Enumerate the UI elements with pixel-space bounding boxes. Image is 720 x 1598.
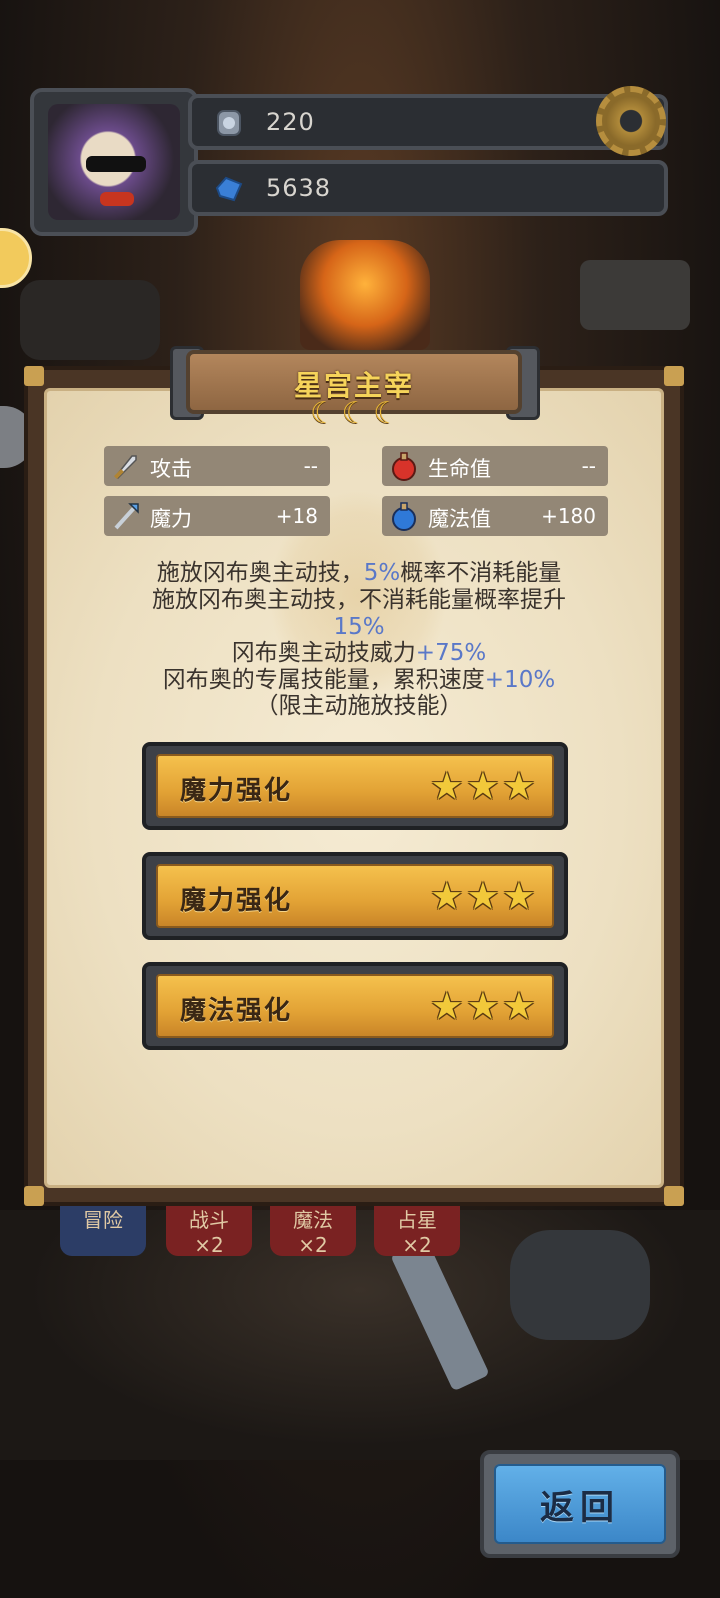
tab-adventure-label: 冒险 — [83, 1208, 123, 1232]
desc-text: （限主动施放技能） — [255, 693, 463, 719]
blue-crystal-icon — [215, 176, 243, 202]
crystal-resource-bar: 5638 — [188, 160, 668, 216]
upgrade-label: 魔力强化 — [180, 886, 293, 916]
stat-magic-power-label: 魔力 — [150, 507, 192, 531]
frame-corner — [24, 366, 44, 386]
moon-icon: ☾ — [341, 396, 369, 431]
desc-line-4: 冈布奥的专属技能量，累积速度+10% — [54, 667, 664, 694]
star-icon: ★ — [501, 984, 536, 1028]
desc-highlight: 15% — [333, 614, 385, 640]
tab-battle-mult: ×2 — [194, 1233, 224, 1257]
upgrade-stars: ★ ★ ★ — [430, 762, 536, 810]
stat-hp-value: -- — [581, 454, 596, 478]
tab-astrology-label: 占星 — [397, 1208, 437, 1232]
stat-magic-power-value: +18 — [275, 504, 318, 528]
upgrade-button-face: 魔力强化 ★ ★ ★ — [156, 754, 554, 818]
moon-rank: ☾ ☾ ☾ — [310, 396, 400, 432]
tab-astrology-mult: ×2 — [402, 1233, 432, 1257]
desc-line-2b: 15% — [54, 614, 664, 641]
desc-text: 概率不消耗能量 — [400, 560, 562, 586]
back-button[interactable]: 返回 — [480, 1450, 680, 1558]
bowtie-icon — [100, 192, 134, 206]
desc-line-3: 冈布奥主动技威力+75% — [54, 640, 664, 667]
magic-staff-icon — [114, 503, 139, 530]
stat-mp-label: 魔法值 — [428, 507, 491, 531]
desc-text: 施放冈布奥主动技，不消耗能量概率提升 — [152, 587, 566, 613]
stat-mp-value: +180 — [541, 504, 596, 528]
moon-icon: ☾ — [373, 396, 400, 431]
avatar-portrait — [48, 104, 180, 220]
desc-highlight: 5% — [363, 560, 401, 586]
star-icon: ★ — [465, 984, 500, 1028]
frame-corner — [24, 1186, 44, 1206]
anvil — [580, 260, 690, 330]
stat-mp: 魔法值 +180 — [382, 496, 608, 536]
star-icon: ★ — [429, 984, 464, 1028]
desc-line-5: （限主动施放技能） — [54, 693, 664, 720]
blue-potion-icon — [392, 502, 416, 531]
forge-fire — [300, 240, 430, 350]
gem-icon — [217, 110, 241, 136]
red-potion-icon — [392, 452, 416, 481]
upgrade-stars: ★ ★ ★ — [430, 982, 536, 1030]
star-icon: ★ — [501, 874, 536, 918]
tab-magic-label: 魔法 — [293, 1208, 333, 1232]
frame-corner — [664, 1186, 684, 1206]
desc-text: 冈布奥的专属技能量，累积速度 — [162, 667, 485, 693]
stat-hp: 生命值 -- — [382, 446, 608, 486]
upgrade-button-2[interactable]: 魔力强化 ★ ★ ★ — [142, 852, 568, 940]
desc-line-2: 施放冈布奥主动技，不消耗能量概率提升 — [54, 587, 664, 614]
upgrade-label: 魔法强化 — [180, 996, 293, 1026]
settings-gear-icon[interactable] — [596, 86, 666, 156]
desc-highlight: +75% — [415, 640, 487, 666]
gem-count: 220 — [266, 108, 315, 136]
upgrade-label: 魔力强化 — [180, 776, 293, 806]
upgrade-button-3[interactable]: 魔法强化 ★ ★ ★ — [142, 962, 568, 1050]
moon-icon: ☾ — [310, 396, 337, 431]
desc-text: 施放冈布奥主动技， — [156, 560, 364, 586]
sunglasses-icon — [86, 156, 146, 172]
coal-pile — [20, 280, 160, 360]
back-button-label: 返回 — [540, 1488, 620, 1528]
star-icon: ★ — [429, 764, 464, 808]
sword-icon — [114, 455, 137, 480]
tab-magic-mult: ×2 — [298, 1233, 328, 1257]
upgrade-button-face: 魔法强化 ★ ★ ★ — [156, 974, 554, 1038]
background-helmet — [510, 1230, 650, 1340]
star-icon: ★ — [465, 764, 500, 808]
back-button-face: 返回 — [494, 1464, 666, 1544]
upgrade-button-face: 魔力强化 ★ ★ ★ — [156, 864, 554, 928]
desc-line-1: 施放冈布奥主动技，5%概率不消耗能量 — [54, 560, 664, 587]
star-icon: ★ — [429, 874, 464, 918]
stat-attack-label: 攻击 — [150, 457, 192, 481]
star-icon: ★ — [501, 764, 536, 808]
stat-magic-power: 魔力 +18 — [104, 496, 330, 536]
tab-battle-label: 战斗 — [189, 1208, 229, 1232]
upgrade-stars: ★ ★ ★ — [430, 872, 536, 920]
desc-text: 冈布奥主动技威力 — [231, 640, 416, 666]
crystal-count: 5638 — [266, 174, 332, 202]
stat-attack: 攻击 -- — [104, 446, 330, 486]
stat-hp-label: 生命值 — [428, 457, 491, 481]
player-avatar[interactable] — [30, 88, 198, 236]
frame-corner — [664, 366, 684, 386]
desc-highlight: +10% — [484, 667, 556, 693]
stat-attack-value: -- — [303, 454, 318, 478]
star-icon: ★ — [465, 874, 500, 918]
upgrade-button-1[interactable]: 魔力强化 ★ ★ ★ — [142, 742, 568, 830]
